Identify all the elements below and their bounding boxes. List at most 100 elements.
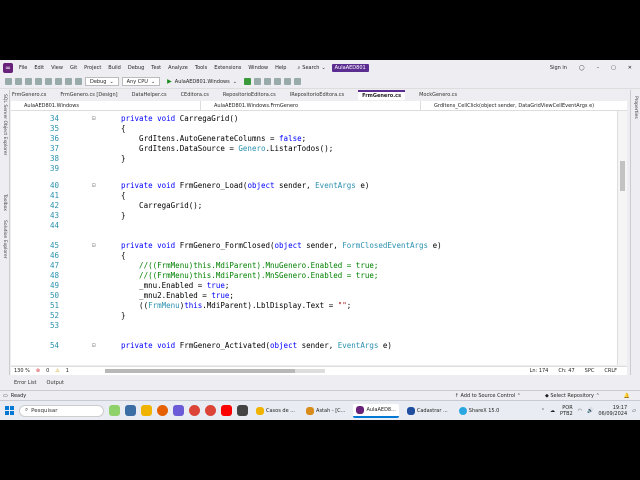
menu-edit[interactable]: Edit [34,65,44,71]
breakpoint-icon[interactable] [273,78,281,85]
menu-view[interactable]: View [51,65,63,71]
menu-test[interactable]: Test [151,65,161,71]
firefox-icon[interactable] [157,405,168,416]
code-line[interactable]: 50 _mnu2.Enabled = true; [11,291,617,301]
start-button[interactable]: ▶ AulaAED801.Windows ⌄ [163,77,241,86]
line-ending-indicator[interactable]: CRLF [604,368,617,374]
notification-center-icon[interactable]: ▱ [632,408,636,414]
code-line[interactable]: 37 GrdItens.DataSource = Genero.ListarTo… [11,144,617,154]
code-line[interactable]: 51 ((FrmMenu)this.MdiParent).LblDisplay.… [11,301,617,311]
save-all-icon[interactable] [55,78,62,85]
code-line[interactable]: 42 CarregaGrid(); [11,201,617,211]
menu-git[interactable]: Git [70,65,77,71]
column-indicator[interactable]: Ch: 47 [558,368,574,374]
menu-tools[interactable]: Tools [195,65,207,71]
code-line[interactable]: 47 //((FrmMenu)this.MdiParent).MnuGenero… [11,261,617,271]
menu-extensions[interactable]: Extensions [214,65,241,71]
tab-frmgenero-active[interactable]: FrmGenero.cs [358,90,406,100]
code-line[interactable]: 54 ⊟ private void FrmGenero_Activated(obje… [11,341,617,351]
tab-mockgenero[interactable]: MockGenero.cs [419,92,457,98]
code-line[interactable]: 52} [11,311,617,321]
task-cadastrar[interactable]: Cadastrar ... [404,404,451,418]
horizontal-scrollbar[interactable] [104,369,325,373]
code-line[interactable]: 36 GrdItens.AutoGenerateColumns = false; [11,134,617,144]
platform-select[interactable]: Any CPU ⌄ [121,77,161,86]
whitespace-indicator[interactable]: SPC [585,368,595,374]
task-visual-studio[interactable]: AulaAED8... [353,403,399,418]
menu-debug[interactable]: Debug [128,65,144,71]
wifi-icon[interactable]: ◠ [578,408,582,414]
maximize-icon[interactable]: ▢ [611,65,616,71]
code-line[interactable]: 45 ⊟ private void FrmGenero_FormClosed(obj… [11,241,617,251]
warning-count-icon[interactable]: ⚠ [55,368,59,374]
bookmark-icon[interactable] [293,78,301,85]
solution-explorer-tab[interactable]: Solution Explorer [2,220,7,259]
volume-icon[interactable]: 🔊 [587,408,593,414]
clock[interactable]: 19:17 06/09/2024 [598,405,627,417]
keyboard-language[interactable]: POR PTB2 [560,405,573,417]
redo-icon[interactable] [75,78,82,85]
collapse-region-icon[interactable]: ⊟ [92,241,96,251]
collapse-region-icon[interactable]: ⊟ [92,114,96,124]
code-editor[interactable]: 34 ⊟ private void CarregaGrid() 35 {36 GrdIt… [11,111,617,365]
code-line[interactable]: 49 _mnu.Enabled = true; [11,281,617,291]
member-dropdown[interactable]: GrdItens_CellClick(object sender, DataGr… [421,101,627,111]
close-icon[interactable]: ✕ [628,65,632,71]
code-line[interactable]: 53 [11,321,617,331]
back-icon[interactable] [5,78,12,85]
file-explorer-icon[interactable] [141,405,152,416]
zoom-level[interactable]: 130 % [14,368,30,374]
menu-window[interactable]: Window [248,65,268,71]
start-without-debug-icon[interactable] [243,78,251,85]
code-line[interactable]: 48 //((FrmMenu)this.MdiParent).MnSGenero… [11,271,617,281]
visual-studio-icon[interactable]: ∞ [3,62,13,73]
code-line[interactable]: 40 ⊟ private void FrmGenero_Load(object se… [11,181,617,191]
tab-irepositorioeditora[interactable]: IRepositorioEditora.cs [290,92,344,98]
cloud-icon[interactable]: ☁ [550,408,555,414]
tab-frmgenero-cs[interactable]: FrmGenero.cs [12,92,46,98]
tab-datahelper[interactable]: DataHelper.cs [132,92,167,98]
terminal-icon[interactable] [237,405,248,416]
forward-icon[interactable] [15,78,22,85]
properties-tab[interactable]: Properties [633,96,638,119]
tab-output[interactable]: Output [47,380,64,386]
scrollbar-thumb[interactable] [104,369,295,373]
collapse-region-icon[interactable]: ⊟ [92,181,96,191]
menu-help[interactable]: Help [275,65,286,71]
widgets-icon[interactable] [109,405,120,416]
new-project-icon[interactable] [25,78,32,85]
error-count-icon[interactable]: ⊗ [36,368,40,374]
teams-icon[interactable] [173,405,184,416]
tab-repositorioeditora[interactable]: RepositorioEditora.cs [223,92,276,98]
code-line[interactable]: 46 { [11,251,617,261]
task-sharex[interactable]: ShareX 15.0 [456,404,503,418]
comment-icon[interactable] [283,78,291,85]
chrome-icon-2[interactable] [205,405,216,416]
configuration-select[interactable]: Debug ⌄ [85,77,119,86]
windows-start-icon[interactable] [5,406,14,415]
youtube-icon[interactable] [221,405,232,416]
vertical-scrollbar[interactable] [617,111,627,365]
search-box[interactable]: ⌕ Search ⌄ [297,65,325,71]
tools-icon[interactable] [263,78,271,85]
sql-server-explorer-tab[interactable]: SQL Server Object Explorer [2,94,7,155]
line-indicator[interactable]: Ln: 174 [530,368,549,374]
taskbar-search[interactable]: ⌕ Pesquisar [19,404,104,417]
code-line[interactable]: 41 { [11,191,617,201]
chevron-up-icon[interactable]: ⌃ [541,408,545,414]
sign-in-link[interactable]: Sign in [550,65,567,71]
code-line[interactable]: 44 [11,221,617,231]
select-repository-button[interactable]: ◆ Select Repository ⌃ [545,393,600,399]
chrome-icon[interactable] [189,405,200,416]
account-icon[interactable]: ◯ [579,65,585,71]
tab-frmgenero-design[interactable]: FrmGenero.cs [Design] [60,92,117,98]
task-view-icon[interactable] [125,405,136,416]
minimize-icon[interactable]: – [597,65,600,71]
menu-file[interactable]: File [19,65,27,71]
toolbox-tab[interactable]: Toolbox [2,194,7,211]
code-line[interactable]: 34 ⊟ private void CarregaGrid() [11,114,617,124]
notifications-icon[interactable]: 🔔 [624,393,630,399]
class-dropdown[interactable]: AulaAED801.Windows.FrmGenero [201,100,421,111]
open-icon[interactable] [35,78,42,85]
hot-reload-icon[interactable] [253,78,261,85]
